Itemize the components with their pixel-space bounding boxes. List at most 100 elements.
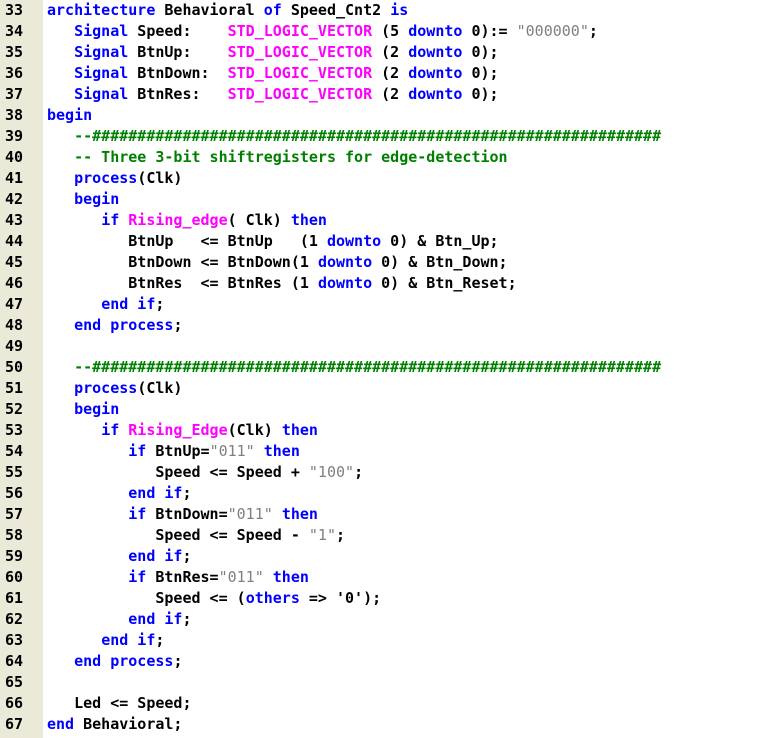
code-text-token: Speed <= ( — [47, 589, 246, 607]
line-number: 47 — [5, 295, 24, 313]
keyword-token: end — [47, 715, 75, 733]
code-line[interactable]: 36 Signal BtnDown: STD_LOGIC_VECTOR (2 d… — [0, 63, 760, 84]
code-line[interactable]: 51 process(Clk) — [0, 378, 760, 399]
code-line[interactable]: 46 BtnRes <= BtnRes (1 downto 0) & Btn_R… — [0, 273, 760, 294]
code-line[interactable]: 52 begin — [0, 399, 760, 420]
code-line-text[interactable]: begin — [47, 105, 92, 126]
code-line[interactable]: 43 if Rising_edge( Clk) then — [0, 210, 760, 231]
code-line[interactable]: 37 Signal BtnRes: STD_LOGIC_VECTOR (2 do… — [0, 84, 760, 105]
line-number: 43 — [5, 211, 24, 229]
code-line-text[interactable]: if BtnDown="011" then — [47, 504, 318, 525]
code-line-text[interactable]: process(Clk) — [47, 378, 182, 399]
line-number: 40 — [5, 148, 24, 166]
code-line[interactable]: 62 end if; — [0, 609, 760, 630]
keyword-token: Signal — [74, 85, 129, 103]
code-text-token: 0); — [462, 64, 499, 82]
code-line[interactable]: 48 end process; — [0, 315, 760, 336]
code-line-text[interactable]: end Behavioral; — [47, 714, 182, 735]
code-area[interactable]: 33 architecture Behavioral of Speed_Cnt2 … — [0, 0, 760, 735]
code-line[interactable]: 64 end process; — [0, 651, 760, 672]
code-line-text[interactable]: if BtnUp="011" then — [47, 441, 300, 462]
code-line[interactable]: 42 begin — [0, 189, 760, 210]
keyword-token: then — [263, 442, 300, 460]
keyword-token: process — [74, 379, 138, 397]
code-text-token: (2 — [372, 64, 409, 82]
code-line[interactable]: 39 --###################################… — [0, 126, 760, 147]
code-line[interactable]: 54 if BtnUp="011" then — [0, 441, 760, 462]
code-line-text[interactable]: if Rising_edge( Clk) then — [47, 210, 327, 231]
code-line-text[interactable]: architecture Behavioral of Speed_Cnt2 is — [47, 0, 408, 21]
code-line-text[interactable]: end if; — [47, 546, 191, 567]
code-line-text[interactable]: begin — [47, 189, 119, 210]
code-line[interactable]: 45 BtnDown <= BtnDown(1 downto 0) & Btn_… — [0, 252, 760, 273]
code-line[interactable]: 57 if BtnDown="011" then — [0, 504, 760, 525]
code-line[interactable]: 50 --###################################… — [0, 357, 760, 378]
code-text-token: Behavioral; — [74, 715, 183, 733]
code-line-text[interactable]: end if; — [47, 294, 164, 315]
code-line-text[interactable]: begin — [47, 399, 119, 420]
code-line[interactable]: 40 -- Three 3-bit shiftregisters for edg… — [0, 147, 760, 168]
keyword-token: end if — [101, 295, 156, 313]
code-line[interactable]: 66 Led <= Speed; — [0, 693, 760, 714]
code-line-text[interactable]: --######################################… — [47, 126, 661, 147]
code-line[interactable]: 38 begin — [0, 105, 760, 126]
code-line-text[interactable]: Led <= Speed; — [47, 693, 191, 714]
code-line[interactable]: 35 Signal BtnUp: STD_LOGIC_VECTOR (2 dow… — [0, 42, 760, 63]
code-line-text[interactable]: end if; — [47, 483, 191, 504]
code-line-text[interactable]: process(Clk) — [47, 168, 182, 189]
code-line[interactable]: 33 architecture Behavioral of Speed_Cnt2 … — [0, 0, 760, 21]
code-line[interactable]: 63 end if; — [0, 630, 760, 651]
code-line-text[interactable]: -- Three 3-bit shiftregisters for edge-d… — [47, 147, 507, 168]
code-line-text[interactable]: end if; — [47, 630, 164, 651]
code-line[interactable]: 41 process(Clk) — [0, 168, 760, 189]
code-line[interactable]: 55 Speed <= Speed + "100"; — [0, 462, 760, 483]
code-line-text[interactable]: end process; — [47, 651, 182, 672]
code-line-text[interactable]: BtnUp <= BtnUp (1 downto 0) & Btn_Up; — [47, 231, 498, 252]
line-number: 61 — [5, 589, 24, 607]
line-number: 60 — [5, 568, 24, 586]
code-line-text[interactable]: if BtnRes="011" then — [47, 567, 309, 588]
code-line-text[interactable]: end process; — [47, 315, 182, 336]
code-editor[interactable]: 33 architecture Behavioral of Speed_Cnt2 … — [0, 0, 760, 738]
line-number: 52 — [5, 400, 24, 418]
code-line-text[interactable]: Speed <= Speed + "100"; — [47, 462, 363, 483]
code-line-text[interactable]: Signal BtnRes: STD_LOGIC_VECTOR (2 downt… — [47, 84, 499, 105]
keyword-token: end process — [74, 652, 174, 670]
code-line[interactable]: 44 BtnUp <= BtnUp (1 downto 0) & Btn_Up; — [0, 231, 760, 252]
code-line-text[interactable]: BtnDown <= BtnDown(1 downto 0) & Btn_Dow… — [47, 252, 507, 273]
code-line[interactable]: 53 if Rising_Edge(Clk) then — [0, 420, 760, 441]
code-line[interactable]: 61 Speed <= (others => '0'); — [0, 588, 760, 609]
code-line-text[interactable]: Speed <= Speed - "1"; — [47, 525, 345, 546]
code-line-text[interactable]: if Rising_Edge(Clk) then — [47, 420, 318, 441]
code-line-text[interactable]: Signal BtnUp: STD_LOGIC_VECTOR (2 downto… — [47, 42, 498, 63]
code-line-text[interactable]: Signal Speed: STD_LOGIC_VECTOR (5 downto… — [47, 21, 598, 42]
code-line-text[interactable]: --######################################… — [47, 357, 661, 378]
keyword-token: downto — [408, 85, 463, 103]
code-line-text[interactable]: Speed <= (others => '0'); — [47, 588, 381, 609]
code-line-text[interactable]: end if; — [47, 609, 191, 630]
code-text-token: 0); — [462, 85, 499, 103]
code-line[interactable]: 47 end if; — [0, 294, 760, 315]
code-line[interactable]: 67 end Behavioral; — [0, 714, 760, 735]
keyword-token: then — [272, 568, 309, 586]
code-line[interactable]: 60 if BtnRes="011" then — [0, 567, 760, 588]
code-text-token: ( Clk) — [227, 211, 291, 229]
code-line-text[interactable]: BtnRes <= BtnRes (1 downto 0) & Btn_Rese… — [47, 273, 516, 294]
code-line[interactable]: 56 end if; — [0, 483, 760, 504]
code-line[interactable]: 58 Speed <= Speed - "1"; — [0, 525, 760, 546]
code-text-token: BtnDown= — [146, 505, 228, 523]
code-line-text[interactable]: Signal BtnDown: STD_LOGIC_VECTOR (2 down… — [47, 63, 499, 84]
string-literal-token: "011" — [218, 568, 264, 586]
code-line[interactable]: 49 — [0, 336, 760, 357]
code-line[interactable]: 34 Signal Speed: STD_LOGIC_VECTOR (5 dow… — [0, 21, 760, 42]
code-line[interactable]: 59 end if; — [0, 546, 760, 567]
code-line[interactable]: 65 — [0, 672, 760, 693]
line-number: 48 — [5, 316, 24, 334]
